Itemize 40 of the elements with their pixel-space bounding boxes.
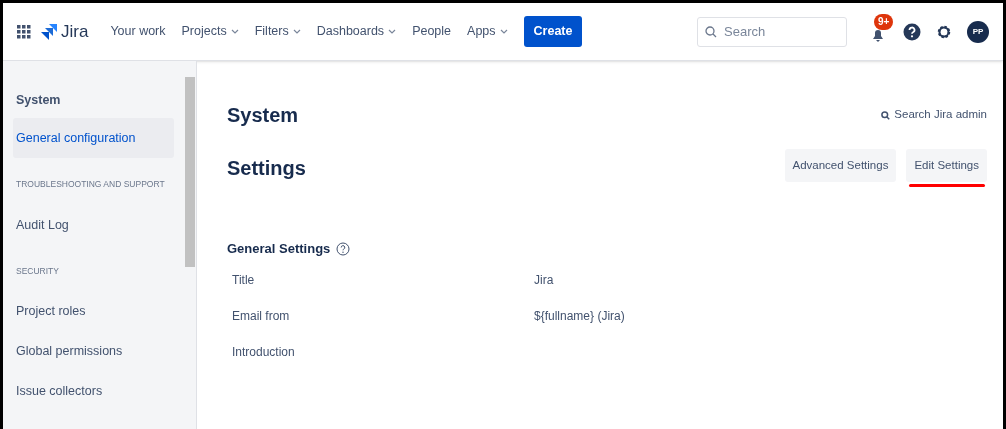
sidebar-heading: System	[15, 92, 62, 109]
page-subtitle: Settings	[227, 156, 306, 181]
user-avatar[interactable]: PP	[967, 20, 989, 43]
help-icon[interactable]	[903, 22, 921, 41]
chevron-down-icon	[230, 28, 239, 35]
field-value: ${fullname} (Jira)	[534, 307, 625, 325]
nav-menu-item[interactable]: Your work	[110, 22, 166, 41]
search-icon	[705, 25, 717, 38]
section-title: General Settings	[227, 240, 331, 258]
nav-menu-item[interactable]: Dashboards	[316, 22, 397, 41]
page-title: System	[227, 103, 299, 128]
notification-badge: 9+	[874, 13, 894, 30]
create-button[interactable]: Create	[523, 16, 583, 47]
field-label: Title	[232, 271, 256, 289]
product-name[interactable]: Jira	[61, 18, 89, 45]
sidebar-item[interactable]: Project roles	[13, 291, 174, 332]
nav-menu-item[interactable]: Projects	[181, 22, 239, 41]
field-label: Introduction	[232, 343, 296, 361]
chevron-down-icon	[499, 28, 508, 35]
sidebar-section-heading: TROUBLESHOOTING AND SUPPORT	[15, 177, 166, 191]
nav-menu-item[interactable]: Filters	[254, 22, 301, 41]
logo-icon[interactable]	[41, 23, 57, 40]
app-switcher-icon[interactable]	[17, 24, 31, 39]
sidebar-item[interactable]: Issue collectors	[13, 371, 174, 412]
sidebar-item[interactable]: Global permissions	[13, 331, 174, 372]
search-admin-link[interactable]: Search Jira admin	[881, 106, 987, 124]
sidebar-section-heading: SECURITY	[15, 264, 60, 278]
chevron-down-icon	[388, 28, 397, 35]
field-value: Jira	[534, 271, 554, 289]
sidebar-item[interactable]: General configuration	[13, 117, 174, 158]
settings-button[interactable]: Edit Settings	[906, 149, 987, 182]
nav-menu-item[interactable]: People	[412, 22, 452, 41]
nav-menu-item[interactable]: Apps	[467, 22, 508, 41]
search-icon	[881, 110, 891, 120]
field-label: Email from	[232, 307, 291, 325]
settings-button[interactable]: Advanced Settings	[784, 149, 897, 182]
search-field[interactable]: Search	[697, 16, 847, 47]
sidebar-item[interactable]: Audit Log	[13, 204, 174, 245]
notification-bell-icon[interactable]	[871, 27, 885, 42]
chevron-down-icon	[292, 28, 301, 35]
